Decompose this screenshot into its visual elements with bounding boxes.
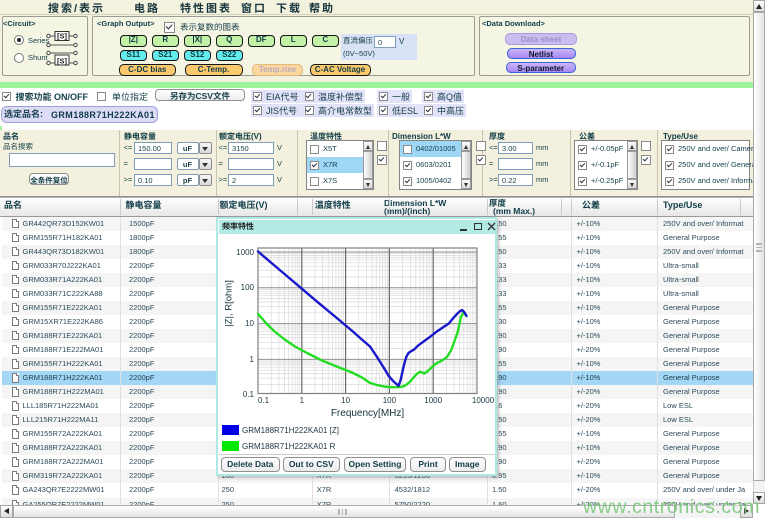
svg-text:[S]: [S]: [57, 32, 68, 41]
svg-text:[S]: [S]: [57, 56, 68, 65]
